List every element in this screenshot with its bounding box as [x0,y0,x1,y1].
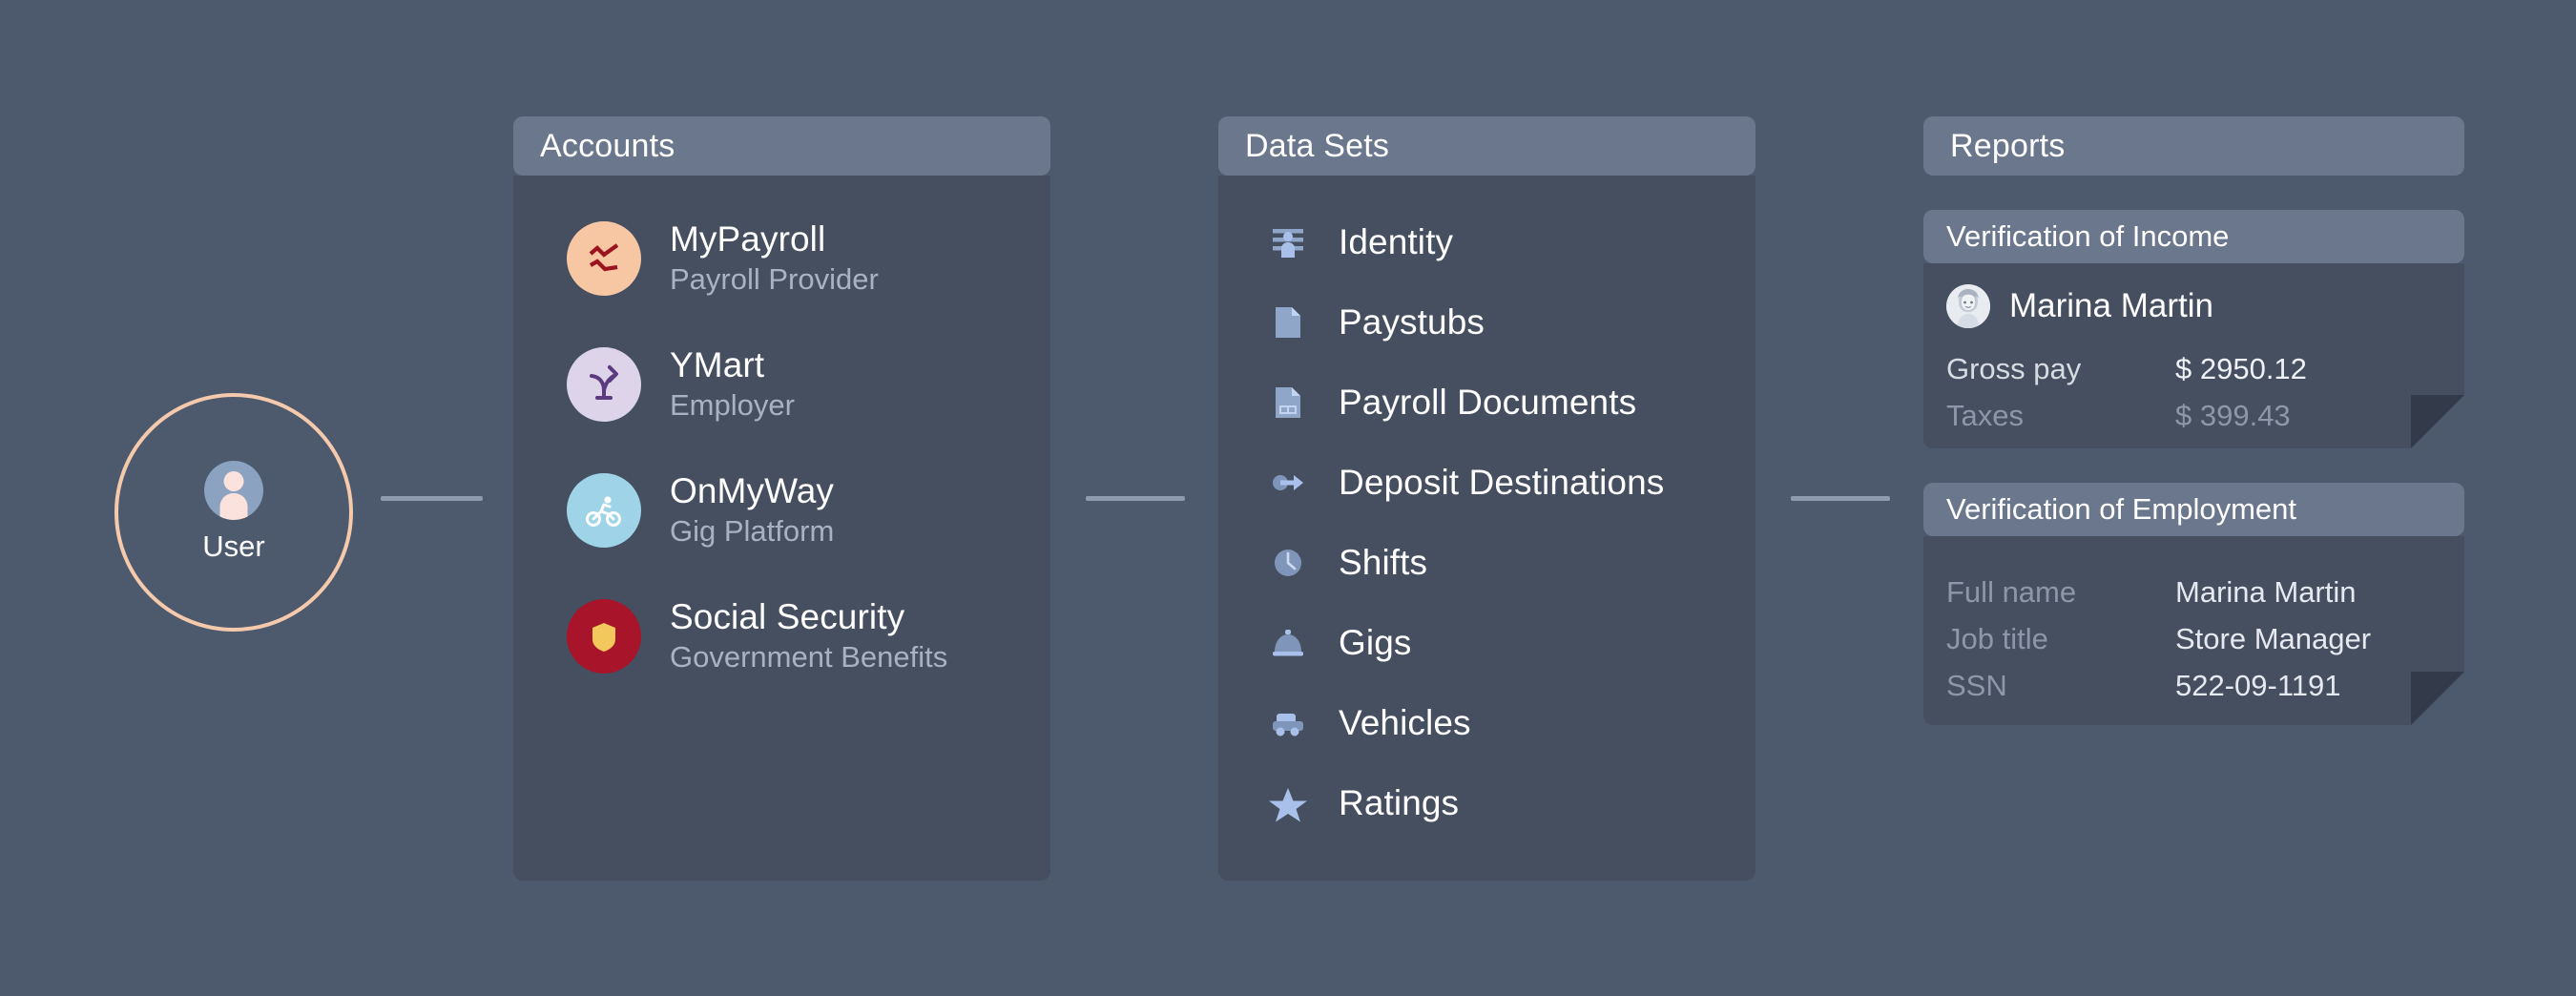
table-row: Taxes $ 399.43 [1946,392,2441,439]
person-name: Marina Martin [2009,287,2213,325]
account-text-onmyway: OnMyWay Gig Platform [670,470,834,550]
row-key: Gross pay [1946,345,2175,392]
dataset-row-deposit-destinations[interactable]: Deposit Destinations [1218,443,1755,523]
connector-datasets-to-reports [1791,496,1890,501]
accounts-panel-body: MyPayroll Payroll Provider YMart Employe… [513,176,1050,881]
payroll-document-icon [1266,381,1310,425]
row-value: Store Manager [2175,615,2441,662]
reports-column: Reports Verification of Income [1923,116,2464,725]
verification-of-employment-card[interactable]: Verification of Employment Full name Mar… [1923,483,2464,725]
row-key: Full name [1946,569,2175,615]
table-row: SSN 522-09-1191 [1946,662,2441,709]
row-key: Job title [1946,615,2175,662]
table-row: Gross pay $ 2950.12 [1946,345,2441,392]
dataset-label: Vehicles [1339,703,1471,743]
dataset-label: Gigs [1339,623,1411,663]
card-body: Marina Martin Gross pay $ 2950.12 Taxes … [1923,263,2464,448]
account-subtitle: Government Benefits [670,638,947,676]
reports-panel-title: Reports [1923,116,2464,176]
account-name: MyPayroll [670,218,879,260]
account-text-ymart: YMart Employer [670,344,795,425]
row-value: Marina Martin [2175,569,2441,615]
row-key: SSN [1946,662,2175,709]
cyclist-icon [567,473,641,548]
dataset-label: Shifts [1339,543,1427,583]
user-avatar-icon [204,461,263,520]
row-value: $ 399.43 [2175,392,2441,439]
account-text-mypayroll: MyPayroll Payroll Provider [670,218,879,299]
connector-user-to-accounts [381,496,483,501]
person-row: Marina Martin [1946,284,2441,328]
avatar-head-shape [224,471,244,491]
y-arrow-icon [567,347,641,422]
account-subtitle: Gig Platform [670,512,834,550]
card-title: Verification of Employment [1923,483,2464,536]
datasets-panel: Data Sets Identity Paystubs [1218,116,1755,881]
dataset-row-payroll-documents[interactable]: Payroll Documents [1218,363,1755,443]
star-icon [1266,781,1310,825]
clock-icon [1266,541,1310,585]
account-subtitle: Payroll Provider [670,260,879,299]
dataset-label: Deposit Destinations [1339,463,1664,503]
avatar-body-shape [220,493,248,520]
dataset-row-identity[interactable]: Identity [1218,202,1755,282]
card-body: Full name Marina Martin Job title Store … [1923,536,2464,725]
document-icon [1266,301,1310,344]
dataset-label: Identity [1339,222,1453,262]
account-row-onmyway[interactable]: OnMyWay Gig Platform [513,464,1050,557]
table-row: Full name Marina Martin [1946,569,2441,615]
dataset-label: Ratings [1339,783,1459,823]
account-row-social-security[interactable]: Social Security Government Benefits [513,590,1050,683]
employment-kv-table: Full name Marina Martin Job title Store … [1946,569,2441,709]
user-node[interactable]: User [114,393,353,632]
dataset-label: Paystubs [1339,302,1485,342]
account-row-mypayroll[interactable]: MyPayroll Payroll Provider [513,212,1050,305]
portrait-avatar [1946,284,1990,328]
card-title: Verification of Income [1923,210,2464,263]
dataset-row-paystubs[interactable]: Paystubs [1218,282,1755,363]
accounts-panel: Accounts MyPayroll Payroll Provider [513,116,1050,881]
row-key: Taxes [1946,392,2175,439]
verification-of-income-card[interactable]: Verification of Income Marina Martin [1923,210,2464,448]
id-badge-icon [1266,220,1310,264]
account-name: Social Security [670,596,947,638]
shield-icon [567,599,641,674]
datasets-panel-title: Data Sets [1218,116,1755,176]
account-subtitle: Employer [670,386,795,425]
connector-accounts-to-datasets [1086,496,1185,501]
account-name: OnMyWay [670,470,834,512]
row-value: $ 2950.12 [2175,345,2441,392]
dataset-row-ratings[interactable]: Ratings [1218,763,1755,843]
car-icon [1266,701,1310,745]
row-value: 522-09-1191 [2175,662,2441,709]
service-bell-icon [1266,621,1310,665]
dataset-row-vehicles[interactable]: Vehicles [1218,683,1755,763]
datasets-panel-body: Identity Paystubs Payroll [1218,176,1755,881]
income-kv-table: Gross pay $ 2950.12 Taxes $ 399.43 [1946,345,2441,439]
dataset-label: Payroll Documents [1339,383,1636,423]
account-row-ymart[interactable]: YMart Employer [513,338,1050,431]
dataset-row-gigs[interactable]: Gigs [1218,603,1755,683]
dataset-row-shifts[interactable]: Shifts [1218,523,1755,603]
zigzag-chart-icon [567,221,641,296]
page-fold-corner [2411,395,2464,448]
transfer-arrow-icon [1266,461,1310,505]
accounts-panel-title: Accounts [513,116,1050,176]
page-fold-corner [2411,672,2464,725]
table-row: Job title Store Manager [1946,615,2441,662]
account-text-social-security: Social Security Government Benefits [670,596,947,676]
account-name: YMart [670,344,795,386]
user-node-label: User [202,529,264,564]
